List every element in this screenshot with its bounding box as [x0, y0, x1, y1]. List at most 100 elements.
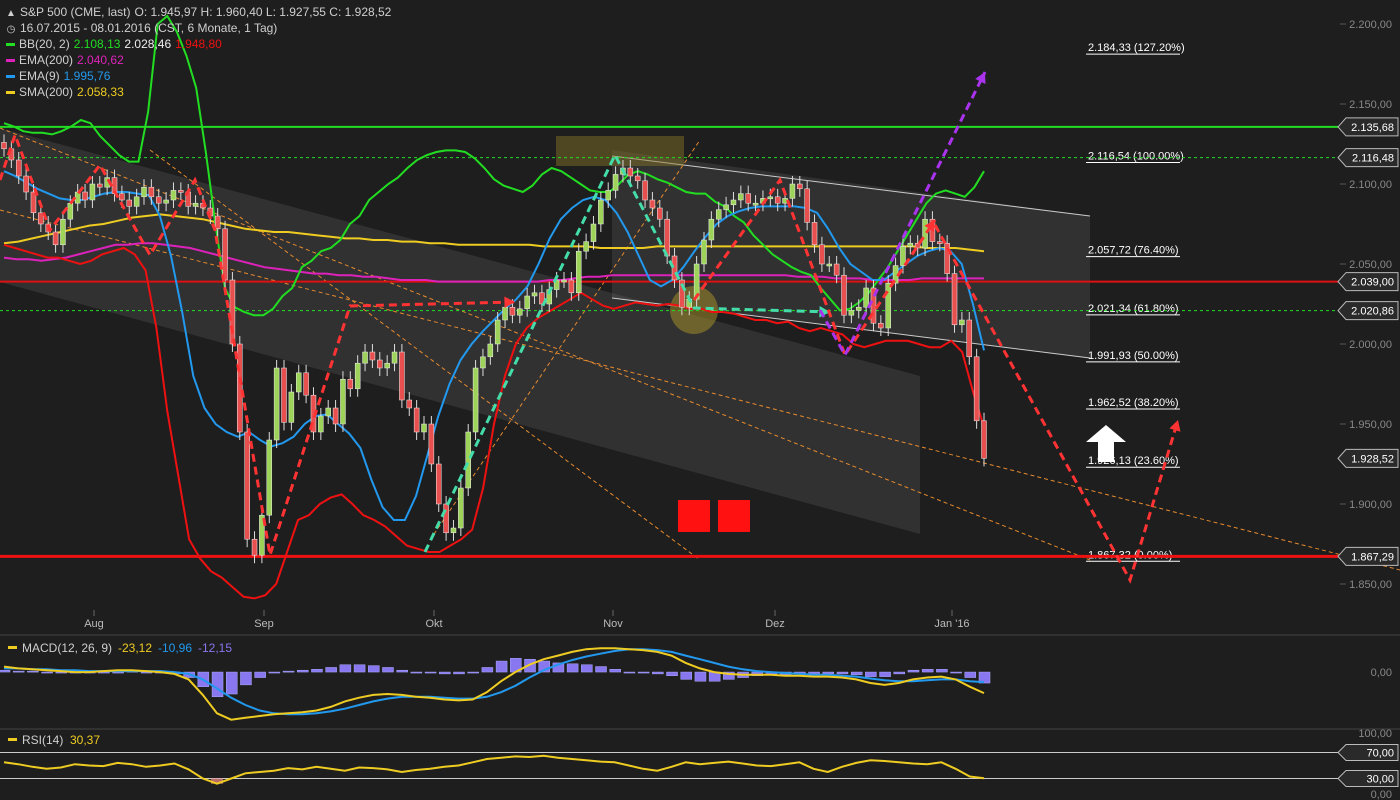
- candle-body: [60, 218, 66, 246]
- macd-histogram-bar: [964, 671, 977, 678]
- candle-body: [295, 372, 302, 393]
- candle-body: [841, 274, 847, 316]
- candle-body: [428, 423, 435, 465]
- candle-body: [89, 183, 96, 201]
- candle-body: [23, 175, 29, 193]
- macd-histogram-bar: [652, 671, 664, 675]
- fib-label: 1.991,93 (50.00%): [1088, 350, 1179, 362]
- candle-body: [244, 431, 250, 540]
- macd-histogram-bar: [680, 671, 692, 680]
- macd-histogram-bar: [353, 664, 366, 673]
- candle-body: [192, 202, 199, 207]
- legend-label: BB(20, 2): [19, 37, 70, 51]
- price-tag-label: 1.867,29: [1351, 551, 1394, 563]
- candle-body: [583, 241, 589, 252]
- candle-body: [900, 246, 906, 266]
- candle-body: [878, 322, 884, 329]
- candle-body: [178, 190, 184, 193]
- candle-body: [634, 175, 641, 182]
- candle-body: [266, 439, 273, 516]
- candle-body: [819, 244, 825, 265]
- legend-value: 1.948,80: [175, 37, 222, 51]
- rsi-swatch: [8, 738, 17, 741]
- y-tick-label: 1.850,00: [1349, 579, 1392, 591]
- signal-square: [678, 500, 710, 532]
- macd-histogram-bar: [0, 669, 11, 673]
- y-tick-label: 2.050,00: [1349, 259, 1392, 271]
- macd-histogram-bar: [566, 663, 579, 673]
- candle-body: [524, 295, 530, 310]
- candle-body: [67, 202, 74, 220]
- y-tick-label: 1.900,00: [1349, 499, 1392, 511]
- ohlc-values: O: 1.945,97 H: 1.960,40 L: 1.927,55 C: 1…: [134, 5, 392, 19]
- macd-histogram-bar: [893, 671, 906, 675]
- rsi-y-tick: 0,00: [1371, 789, 1392, 800]
- macd-histogram-bar: [921, 669, 934, 673]
- candle-body: [1, 142, 7, 150]
- candle-body: [627, 167, 634, 177]
- candle-body: [922, 218, 928, 249]
- macd-histogram-bar: [879, 671, 891, 677]
- macd-histogram-bar: [368, 665, 380, 673]
- candle-body: [907, 242, 914, 247]
- candle-body: [97, 183, 103, 188]
- legend-sma-200-[interactable]: SMA(200) 2.058,33: [6, 84, 128, 100]
- candle-body: [797, 183, 803, 190]
- macd-swatch: [8, 646, 17, 649]
- legend-ema-9-[interactable]: EMA(9) 1.995,76: [6, 68, 114, 84]
- candle-body: [421, 423, 427, 433]
- candle-body: [855, 306, 862, 311]
- candle-body: [229, 279, 236, 345]
- candle-body: [288, 391, 295, 423]
- macd-histogram-bar: [609, 669, 621, 673]
- candle-body: [15, 159, 22, 177]
- candle-body: [966, 319, 973, 358]
- candle-body: [435, 463, 442, 505]
- candle-body: [738, 193, 744, 201]
- macd-y-tick: 0,00: [1371, 667, 1392, 679]
- legend-bb-20-2-[interactable]: BB(20, 2) 2.108,13 2.028,46 1.948,80: [6, 36, 226, 52]
- candle-body: [251, 538, 258, 556]
- legend-swatch: [6, 91, 15, 95]
- macd-histogram-bar: [623, 671, 636, 674]
- candle-body: [517, 308, 523, 316]
- candle-body: [642, 180, 648, 201]
- rsi-value: 30,37: [70, 733, 100, 747]
- macd-histogram-bar: [481, 667, 494, 673]
- candle-body: [774, 196, 781, 204]
- price-tag-label: 2.116,48: [1352, 153, 1394, 165]
- legend-swatch: [6, 75, 15, 79]
- candle-body: [82, 191, 88, 201]
- candle-body: [789, 183, 796, 199]
- macd-value: -12,15: [198, 641, 232, 655]
- candle-body: [38, 212, 44, 225]
- candle-body: [377, 359, 383, 369]
- candle-body: [281, 367, 287, 423]
- candle-body: [303, 372, 309, 396]
- legend-ema-200-[interactable]: EMA(200) 2.040,62: [6, 52, 128, 68]
- signal-square: [718, 500, 750, 532]
- macd-value: -10,96: [158, 641, 192, 655]
- x-tick-label: Dez: [765, 618, 785, 630]
- y-tick-label: 2.150,00: [1349, 99, 1392, 111]
- legend-swatch: [6, 43, 15, 47]
- candle-body: [487, 343, 494, 358]
- price-tag-label: 2.020,86: [1351, 306, 1394, 318]
- candle-body: [959, 319, 965, 326]
- legend-label: EMA(9): [19, 69, 60, 83]
- macd-histogram-bar: [240, 671, 252, 686]
- candle-body: [354, 362, 361, 390]
- candle-body: [119, 193, 125, 201]
- fib-label: 2.057,72 (76.40%): [1088, 245, 1179, 257]
- candle-body: [657, 207, 663, 220]
- macd-histogram-bar: [254, 671, 266, 678]
- rsi-y-tick: 100,00: [1358, 728, 1392, 740]
- macd-histogram-bar: [297, 669, 309, 673]
- x-tick-label: Aug: [84, 618, 104, 630]
- candle-body: [937, 241, 943, 244]
- macd-histogram-bar: [112, 671, 124, 674]
- candle-body: [723, 204, 729, 210]
- candle-body: [318, 415, 324, 433]
- fib-label: 2.021,34 (61.80%): [1088, 303, 1179, 315]
- candle-body: [509, 306, 516, 316]
